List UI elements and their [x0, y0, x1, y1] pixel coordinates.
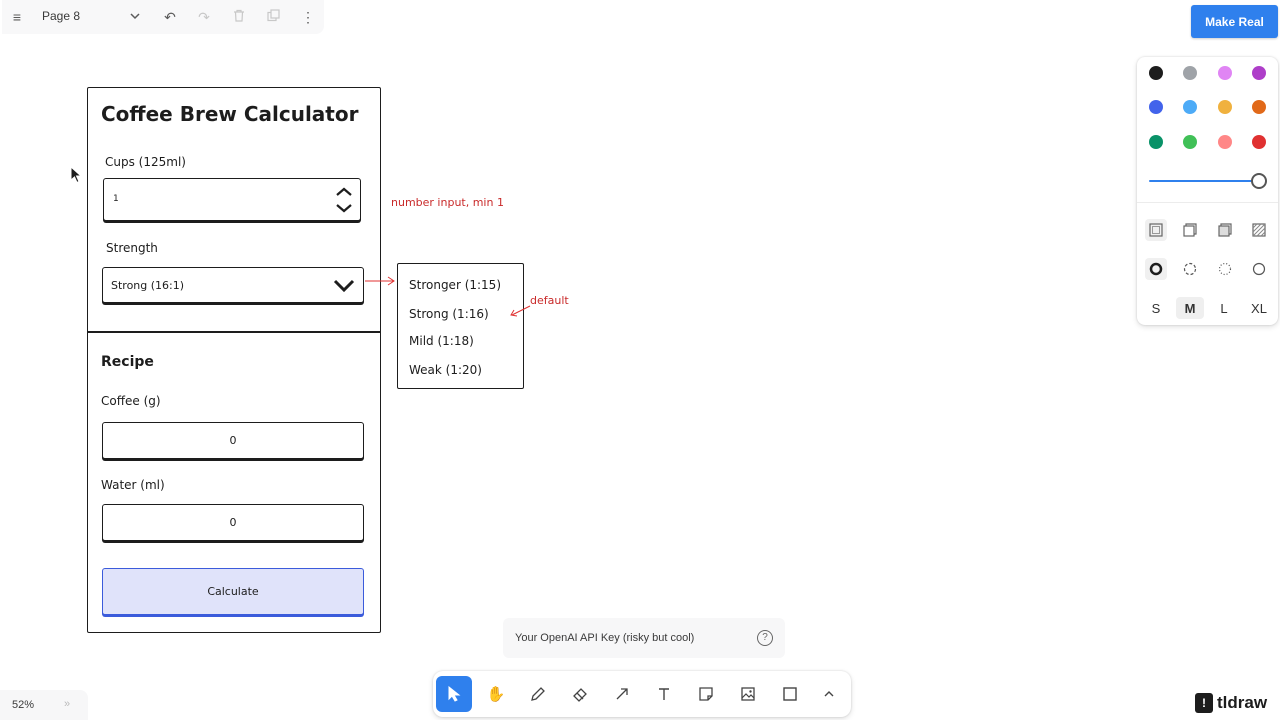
water-output-field: 0: [102, 504, 364, 541]
color-swatch[interactable]: [1218, 66, 1232, 80]
coffee-label: Coffee (g): [101, 394, 161, 408]
eraser-icon[interactable]: [562, 676, 598, 712]
size-xl-button[interactable]: XL: [1245, 297, 1273, 319]
wireframe-title: Coffee Brew Calculator: [101, 102, 359, 126]
color-swatch[interactable]: [1149, 135, 1163, 149]
strength-select-value: Strong (16:1): [111, 279, 185, 292]
tldraw-logo-icon: !: [1195, 693, 1213, 713]
undo-icon[interactable]: ↶: [161, 8, 179, 26]
color-swatch[interactable]: [1183, 100, 1197, 114]
panel-divider: [1137, 202, 1278, 203]
opacity-slider-thumb[interactable]: [1251, 173, 1267, 189]
coffee-output-field: 0: [102, 422, 364, 459]
help-icon[interactable]: ?: [757, 630, 773, 646]
fill-none-icon[interactable]: [1145, 219, 1167, 241]
top-menu-bar: ≡ Page 8 ↶ ↷ ⋮: [2, 0, 324, 34]
note-icon[interactable]: [688, 676, 724, 712]
cups-input-value: 1: [113, 194, 119, 204]
chevron-down-icon[interactable]: [126, 8, 144, 26]
draw-icon[interactable]: [520, 676, 556, 712]
hamburger-icon[interactable]: ≡: [8, 8, 26, 26]
color-swatch[interactable]: [1218, 135, 1232, 149]
cups-number-input[interactable]: 1: [103, 178, 361, 221]
duplicate-icon[interactable]: [264, 8, 282, 26]
calculate-button[interactable]: Calculate: [102, 568, 364, 615]
water-label: Water (ml): [101, 478, 165, 492]
cups-label: Cups (125ml): [105, 155, 186, 169]
opacity-slider-track[interactable]: [1149, 180, 1261, 182]
red-arrow-icon: [365, 276, 395, 286]
color-swatch[interactable]: [1252, 135, 1266, 149]
tldraw-logo-text: tldraw: [1217, 693, 1268, 712]
trash-icon[interactable]: [230, 8, 248, 26]
make-real-button[interactable]: Make Real: [1191, 5, 1278, 38]
color-swatch[interactable]: [1183, 135, 1197, 149]
arrow-icon[interactable]: [604, 676, 640, 712]
zoom-level: 52%: [12, 699, 35, 711]
red-arrow-icon: [510, 305, 531, 317]
wireframe-divider: [88, 331, 380, 333]
more-vertical-icon[interactable]: ⋮: [299, 8, 317, 26]
style-panel: S M L XL: [1137, 57, 1278, 325]
api-key-placeholder: Your OpenAI API Key (risky but cool): [515, 632, 695, 644]
strength-select[interactable]: Strong (16:1): [102, 267, 364, 303]
rectangle-icon[interactable]: [772, 676, 808, 712]
chevron-down-icon: [333, 279, 355, 293]
size-m-button[interactable]: M: [1176, 297, 1204, 319]
color-swatch[interactable]: [1218, 100, 1232, 114]
fill-solid-icon[interactable]: [1214, 219, 1236, 241]
dash-solid-icon[interactable]: [1248, 258, 1270, 280]
image-icon[interactable]: [730, 676, 766, 712]
color-swatch[interactable]: [1252, 66, 1266, 80]
text-icon[interactable]: [646, 676, 682, 712]
color-swatch[interactable]: [1252, 100, 1266, 114]
tldraw-logo: ! tldraw: [1195, 692, 1267, 714]
redo-icon[interactable]: ↷: [195, 8, 213, 26]
select-icon[interactable]: [436, 676, 472, 712]
strength-label: Strength: [106, 241, 158, 255]
bottom-toolbar: ✋: [433, 671, 851, 717]
hand-icon[interactable]: ✋: [478, 676, 514, 712]
dropdown-option[interactable]: Weak (1:20): [409, 363, 482, 377]
size-s-button[interactable]: S: [1142, 297, 1170, 319]
default-note: default: [530, 294, 569, 307]
recipe-heading: Recipe: [101, 354, 154, 370]
page-name[interactable]: Page 8: [42, 9, 80, 23]
dropdown-option[interactable]: Strong (1:16): [409, 307, 489, 321]
api-key-input[interactable]: Your OpenAI API Key (risky but cool) ?: [503, 618, 785, 658]
number-input-note: number input, min 1: [391, 196, 504, 209]
dash-draw-icon[interactable]: [1145, 258, 1167, 280]
mouse-cursor-icon: [70, 166, 82, 184]
dash-dashed-icon[interactable]: [1179, 258, 1201, 280]
fill-semi-icon[interactable]: [1179, 219, 1201, 241]
dropdown-option[interactable]: Mild (1:18): [409, 334, 474, 348]
strength-dropdown-list: Stronger (1:15) Strong (1:16) Mild (1:18…: [397, 263, 524, 389]
color-swatch[interactable]: [1149, 66, 1163, 80]
fill-pattern-icon[interactable]: [1248, 219, 1270, 241]
chevron-up-icon[interactable]: [813, 676, 845, 712]
color-swatch[interactable]: [1183, 66, 1197, 80]
zoom-indicator[interactable]: 52% »: [0, 690, 88, 720]
double-chevron-right-icon[interactable]: »: [64, 698, 70, 710]
stepper-icon[interactable]: [335, 185, 353, 215]
size-l-button[interactable]: L: [1210, 297, 1238, 319]
color-swatch[interactable]: [1149, 100, 1163, 114]
dash-dotted-icon[interactable]: [1214, 258, 1236, 280]
dropdown-option[interactable]: Stronger (1:15): [409, 278, 501, 292]
